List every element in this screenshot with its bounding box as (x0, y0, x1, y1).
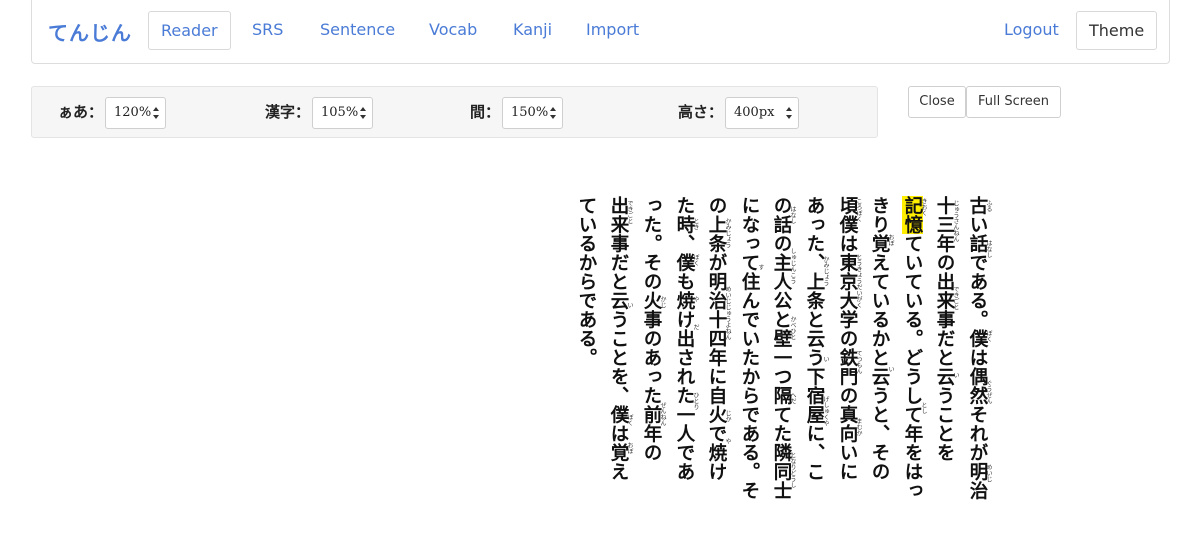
furigana: とき (692, 218, 699, 230)
kanji-size-value: 105% (321, 105, 359, 120)
reader-column[interactable]: た時、僕も焼け出された一人であ (669, 196, 695, 481)
furigana: ぐうぜん (985, 380, 992, 404)
nav-reader[interactable]: Reader (148, 11, 231, 50)
furigana: ぼく (985, 330, 992, 342)
furigana: めいじ (985, 464, 992, 482)
furigana: おぼ (626, 442, 633, 454)
furigana: い (887, 366, 894, 372)
furigana: ころぼく (855, 198, 862, 222)
spacing-value: 150% (511, 105, 549, 120)
furigana: かみじょう (724, 218, 731, 248)
nav-sentence[interactable]: Sentence (308, 11, 407, 50)
brand-logo[interactable]: てんじん (48, 17, 132, 46)
select-arrows-icon (786, 107, 792, 119)
spacing-label: 間： (469, 103, 500, 121)
full-screen-button[interactable]: Full Screen (966, 86, 1061, 118)
spacing-control: 間： 150% (470, 97, 563, 129)
furigana: できごと (952, 286, 959, 310)
furigana: ひとり (692, 392, 699, 410)
furigana: はなし (789, 206, 796, 224)
furigana: きおく (920, 198, 927, 216)
furigana: じか (724, 410, 731, 422)
furigana: だ (692, 324, 699, 330)
font-size-control: ぁあ： 120% (58, 97, 166, 129)
kanji-size-label: 漢字： (264, 103, 310, 121)
furigana: ぼく (626, 414, 633, 426)
reader-column[interactable]: ているからである。 (571, 196, 597, 367)
nav-import[interactable]: Import (574, 11, 651, 50)
furigana: しゅじんこう (789, 248, 796, 284)
furigana: はなし (985, 240, 992, 258)
furigana: や (724, 438, 731, 444)
kanji-size-select[interactable]: 105% (312, 97, 373, 129)
select-arrows-icon (550, 107, 556, 119)
furigana: とうきょうだいがく (855, 254, 862, 308)
select-arrows-icon (360, 107, 366, 119)
furigana: かみじょう (822, 256, 829, 286)
furigana: てつもん (855, 350, 862, 374)
font-size-value: 120% (114, 105, 152, 120)
kanji-size-control: 漢字： 105% (265, 97, 373, 129)
furigana: できごと (626, 200, 633, 224)
nav-vocab[interactable]: Vocab (417, 11, 489, 50)
furigana: す (757, 264, 764, 270)
height-value: 400px (734, 105, 775, 120)
furigana: ぜんねん (659, 402, 666, 426)
furigana: い (952, 372, 959, 378)
logout-link[interactable]: Logout (992, 11, 1071, 50)
reader-settings-toolbar: ぁあ： 120% 漢字： 105% 間： 150% 高さ： 400px (31, 86, 878, 138)
height-select[interactable]: 400px (725, 97, 799, 129)
furigana: おぼ (887, 234, 894, 246)
spacing-select[interactable]: 150% (502, 97, 563, 129)
top-navbar: てんじん Reader SRS Sentence Vocab Kanji Imp… (31, 0, 1170, 64)
font-size-label: ぁあ： (57, 103, 103, 121)
reader-column[interactable]: 出来事だと云うことを、僕は覚え (603, 196, 629, 481)
nav-kanji[interactable]: Kanji (501, 11, 564, 50)
furigana: となりどうし (789, 452, 796, 488)
furigana: へだ (789, 392, 796, 404)
select-arrows-icon (153, 107, 159, 119)
furigana: ふる (985, 200, 992, 212)
nav-srs[interactable]: SRS (240, 11, 295, 50)
furigana: めいじじゅうよねん (724, 286, 731, 340)
reader-column[interactable]: になって住んでいたからである。そ (734, 196, 760, 500)
font-size-select[interactable]: 120% (105, 97, 166, 129)
reader-column-text: ていている。どうして年をはっ (902, 234, 923, 500)
furigana: や (692, 296, 699, 302)
furigana: まむか (855, 418, 862, 436)
furigana: い (822, 356, 829, 362)
furigana: ぼく (692, 254, 699, 266)
reader-column[interactable]: あった、上条と云う下宿屋に、こ (799, 196, 825, 481)
close-button[interactable]: Close (908, 86, 966, 118)
furigana: い (626, 302, 633, 308)
furigana: かじ (659, 296, 666, 308)
height-label: 高さ： (677, 103, 723, 121)
furigana: げしゅくや (822, 396, 829, 426)
furigana: とし (920, 402, 927, 414)
reader-column[interactable]: 記憶ていている。どうして年をはっ (897, 196, 923, 500)
reader-column[interactable]: 頃僕は東京大学の鉄門の真向いに (832, 196, 858, 481)
theme-button[interactable]: Theme (1076, 11, 1158, 50)
height-control: 高さ： 400px (678, 97, 799, 129)
furigana: かべひと (789, 316, 796, 340)
furigana: じゅうさんねん (952, 200, 959, 242)
